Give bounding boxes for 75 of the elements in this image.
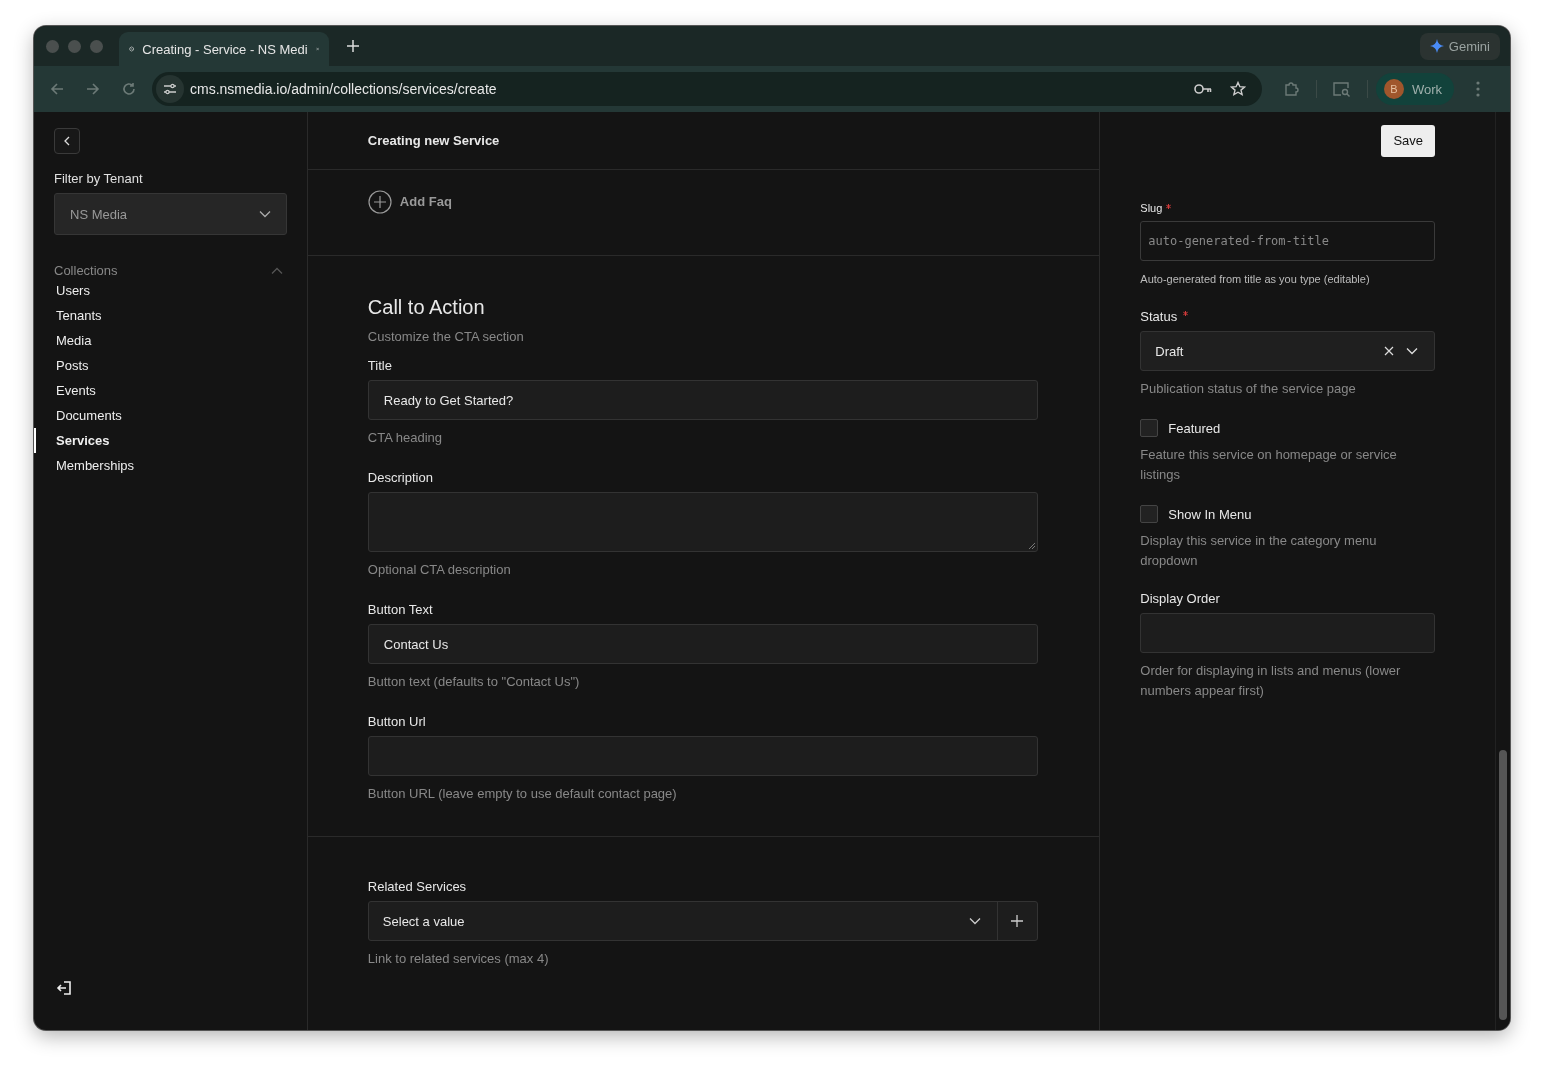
address-bar[interactable]: cms.nsmedia.io/admin/collections/services/create xyxy=(152,72,1262,106)
clear-icon[interactable] xyxy=(1384,346,1394,356)
avatar: B xyxy=(1384,79,1404,99)
help-text: Auto-generated from title as you type (editable) xyxy=(1140,272,1371,287)
back-icon[interactable] xyxy=(50,82,64,96)
field-label: Button Text xyxy=(367,602,434,617)
section-heading: Call to Action xyxy=(367,296,486,319)
more-icon[interactable] xyxy=(1476,81,1481,97)
window-control[interactable] xyxy=(68,39,81,53)
chevron-icon[interactable] xyxy=(1406,347,1418,355)
field-label: Slug xyxy=(1140,202,1163,214)
assistant-button[interactable]: Gemini xyxy=(1419,32,1500,60)
number-field[interactable] xyxy=(1140,613,1435,653)
search-tab-icon[interactable] xyxy=(1333,81,1351,97)
field-label: Button Url xyxy=(367,714,427,729)
help-text: Button URL (leave empty to use default contact page) xyxy=(367,785,678,803)
slug-field[interactable]: auto-generated-from-title xyxy=(1140,221,1435,261)
new-tab-icon[interactable] xyxy=(347,40,359,52)
help-text: Button text (defaults to "Contact Us") xyxy=(367,673,581,691)
section-description: Customize the CTA section xyxy=(367,329,525,344)
nav-item[interactable]: Documents xyxy=(34,403,287,428)
help-text: Link to related services (max 4) xyxy=(367,950,550,968)
chevron-down-icon xyxy=(258,210,271,218)
url-text: cms.nsmedia.io/admin/collections/services/create xyxy=(190,81,497,97)
help-text: CTA heading xyxy=(367,429,444,447)
nav-item[interactable]: Posts xyxy=(34,353,287,378)
checkbox[interactable] xyxy=(1140,419,1159,437)
sparkle-icon xyxy=(1429,39,1444,53)
collections-toggle[interactable]: Collections xyxy=(54,263,287,278)
help-text: Feature this service on homepage or service listings xyxy=(1140,446,1398,484)
save-button[interactable]: Save xyxy=(1381,124,1435,157)
logout-icon[interactable] xyxy=(56,980,72,996)
site-settings-icon[interactable] xyxy=(156,75,184,103)
checkbox-label: Show In Menu xyxy=(1168,506,1252,522)
input-field[interactable]: Contact Us xyxy=(367,624,1038,664)
collapse-button[interactable] xyxy=(54,128,80,154)
window-control[interactable] xyxy=(46,39,59,53)
field-label: Title xyxy=(367,358,393,373)
key-icon[interactable] xyxy=(1194,83,1212,95)
forward-icon[interactable] xyxy=(86,82,100,96)
window-control[interactable] xyxy=(90,39,103,53)
help-text: Publication status of the service page xyxy=(1140,380,1357,398)
field-label: Description xyxy=(367,470,434,485)
add-faq-button[interactable]: Add Faq xyxy=(367,189,452,214)
nav-item[interactable]: Events xyxy=(34,378,287,403)
nav-item[interactable]: Memberships xyxy=(34,453,287,478)
resize-handle-icon[interactable] xyxy=(1027,542,1036,550)
field-label: Related Services xyxy=(367,879,468,894)
help-text: Order for displaying in lists and menus (lower numbers appear first) xyxy=(1140,662,1402,700)
plus-circle-icon xyxy=(367,189,392,214)
help-text: Display this service in the category menu dropdown xyxy=(1140,532,1378,570)
page-title: Creating new Service xyxy=(367,133,500,148)
nav-item[interactable]: Tenants xyxy=(34,303,287,328)
reload-icon[interactable] xyxy=(122,82,136,96)
nav-item[interactable]: Services xyxy=(34,428,287,453)
filter-label: Filter by Tenant xyxy=(54,171,144,186)
status-select[interactable]: Draft xyxy=(1140,331,1435,371)
tenant-select[interactable]: NS Media xyxy=(54,193,287,235)
puzzle-icon[interactable] xyxy=(1284,81,1300,97)
help-text: Optional CTA description xyxy=(367,561,512,579)
profile-button[interactable]: B Work xyxy=(1376,73,1455,105)
star-icon[interactable] xyxy=(1230,81,1246,97)
checkbox-label: Featured xyxy=(1168,420,1221,436)
checkbox[interactable] xyxy=(1140,505,1159,523)
tab-title: Creating - Service - NS Medi xyxy=(142,41,308,57)
nav-item[interactable]: Media xyxy=(34,328,287,353)
field-label: Status xyxy=(1140,309,1178,324)
browser-tab[interactable]: Creating - Service - NS Medi xyxy=(119,32,329,66)
input-field[interactable] xyxy=(367,736,1038,776)
input-field[interactable]: Ready to Get Started? xyxy=(367,380,1038,420)
chevron-left-icon xyxy=(63,136,71,146)
field-label: Display Order xyxy=(1140,591,1220,606)
scrollbar-thumb[interactable] xyxy=(1499,750,1507,1020)
nav-item[interactable]: Users xyxy=(34,278,287,303)
textarea-field[interactable] xyxy=(367,492,1038,552)
